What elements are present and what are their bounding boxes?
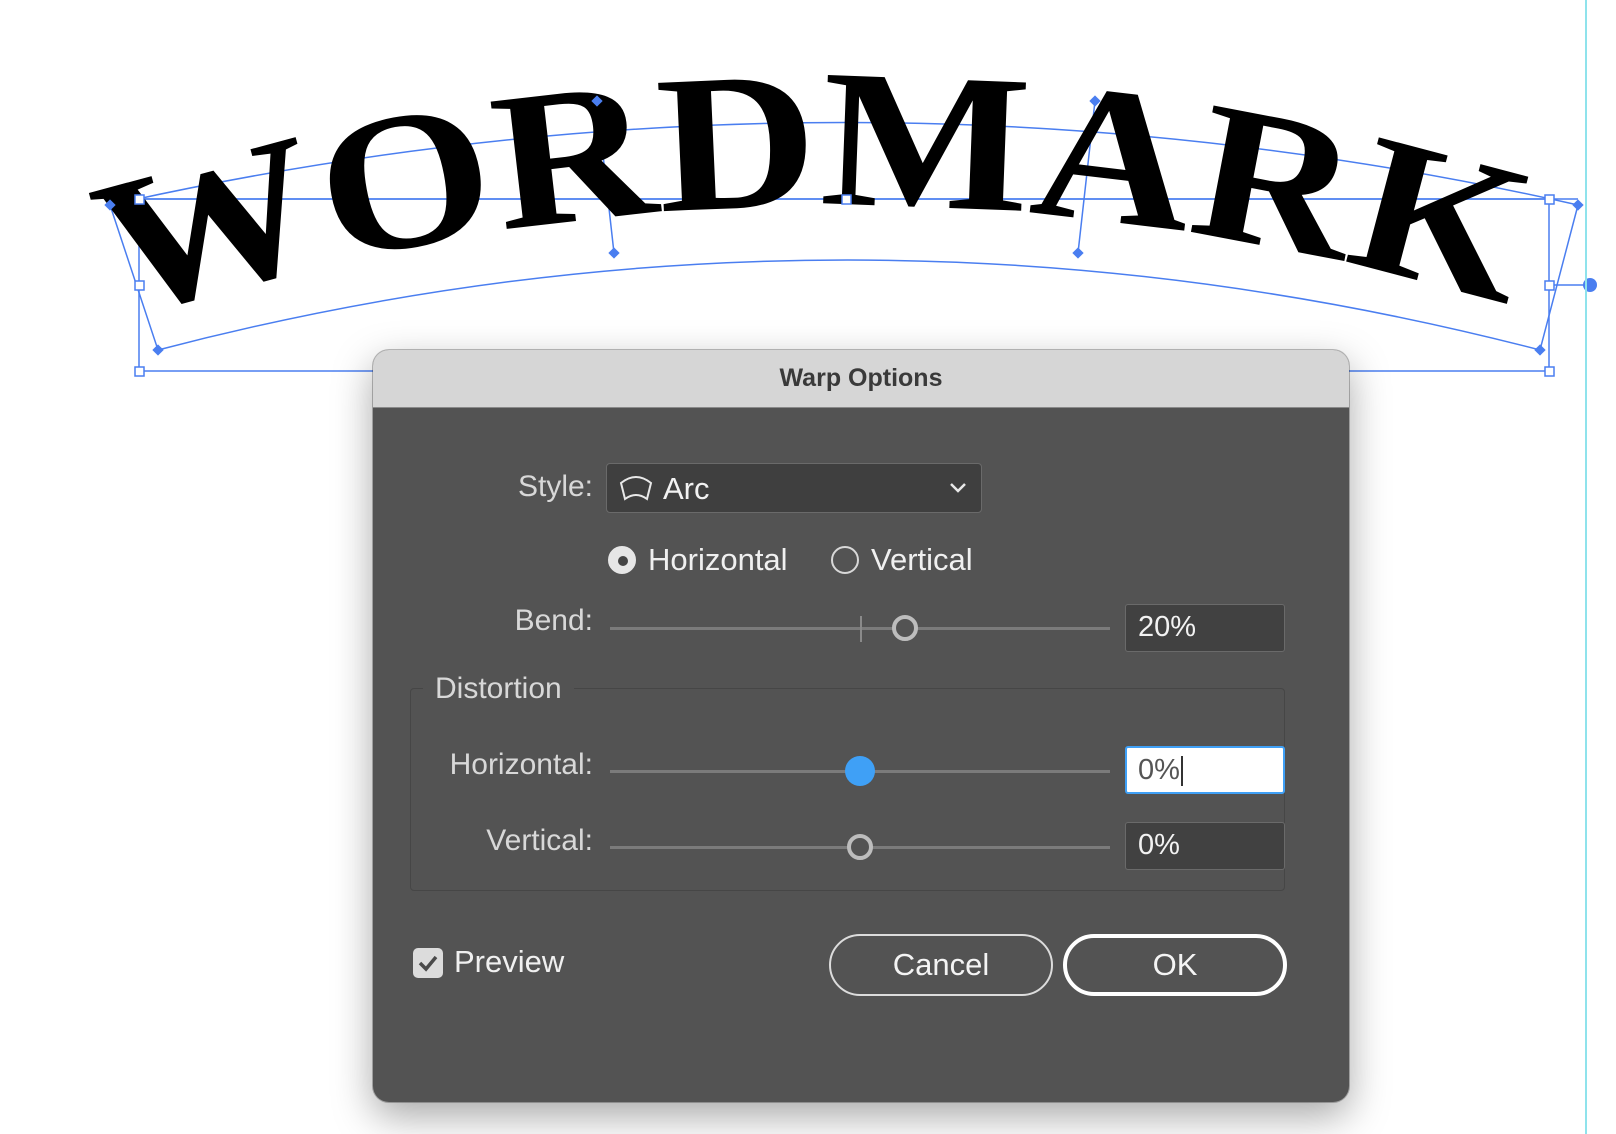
distortion-vertical-field[interactable]: 0% xyxy=(1125,822,1285,870)
text-caret xyxy=(1180,756,1183,787)
chevron-down-icon xyxy=(950,483,966,493)
distortion-horizontal-label: Horizontal: xyxy=(449,748,593,781)
preview-label[interactable]: Preview xyxy=(454,944,564,980)
radio-vertical[interactable]: Vertical xyxy=(831,540,973,580)
wordmark-text[interactable]: WORDMARK xyxy=(74,29,1553,359)
checkmark-icon xyxy=(418,955,438,972)
distortion-horizontal-value: 0% xyxy=(1138,754,1180,786)
distortion-vertical-label: Vertical: xyxy=(486,824,593,857)
warp-options-dialog: Warp Options Style: Arc Horizontal Verti… xyxy=(373,350,1349,1102)
radio-vertical-label: Vertical xyxy=(871,542,973,577)
smart-guide-line xyxy=(1585,0,1587,1134)
ok-button[interactable]: OK xyxy=(1063,934,1287,996)
bend-slider-center-tick xyxy=(860,616,862,642)
distortion-title: Distortion xyxy=(423,672,574,706)
distortion-horizontal-field[interactable]: 0% xyxy=(1125,746,1285,794)
radio-vertical-button[interactable] xyxy=(831,546,859,574)
bend-slider-thumb[interactable] xyxy=(892,615,918,641)
radio-horizontal[interactable]: Horizontal xyxy=(608,540,788,580)
dialog-title: Warp Options xyxy=(779,364,943,392)
arc-warp-icon xyxy=(619,476,653,501)
radio-horizontal-label: Horizontal xyxy=(648,542,788,577)
style-dropdown-value: Arc xyxy=(663,471,710,506)
bend-value-field[interactable]: 20% xyxy=(1125,604,1285,652)
distortion-horizontal-thumb[interactable] xyxy=(845,756,875,786)
preview-checkbox[interactable] xyxy=(413,948,443,978)
style-dropdown[interactable]: Arc xyxy=(606,463,982,513)
bend-label: Bend: xyxy=(514,604,593,637)
radio-horizontal-button[interactable] xyxy=(608,546,636,574)
style-label: Style: xyxy=(517,470,593,503)
dialog-titlebar[interactable]: Warp Options xyxy=(373,350,1349,408)
distortion-vertical-thumb[interactable] xyxy=(847,834,873,860)
cancel-button[interactable]: Cancel xyxy=(829,934,1053,996)
